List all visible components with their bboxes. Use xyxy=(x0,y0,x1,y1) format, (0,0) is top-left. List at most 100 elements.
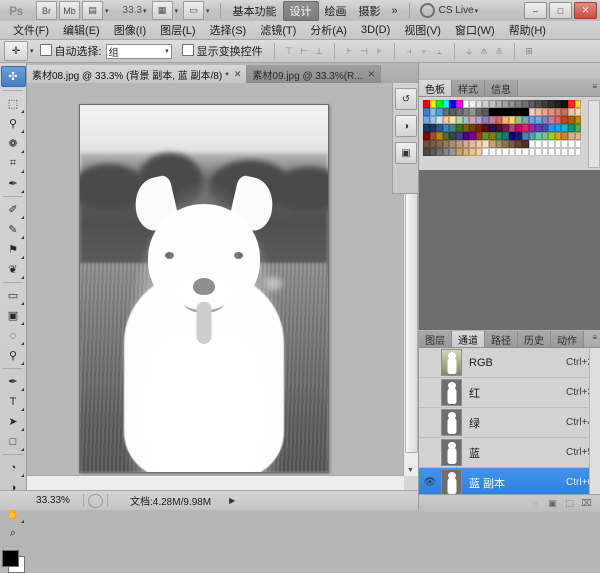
color-swatch[interactable] xyxy=(449,140,456,148)
active-tool-icon[interactable]: ✛ xyxy=(4,41,28,61)
history-panel-icon[interactable]: ↺ xyxy=(395,88,417,110)
color-swatch[interactable] xyxy=(554,108,562,116)
color-swatch[interactable] xyxy=(548,108,555,116)
distribute-top-icon[interactable]: ⫞ xyxy=(402,44,417,59)
color-swatch[interactable] xyxy=(554,148,562,156)
color-swatch[interactable] xyxy=(561,100,569,108)
zoom-tool-icon[interactable]: ⌕ xyxy=(2,524,25,543)
align-bottom-edges-icon[interactable]: ⊥ xyxy=(312,44,327,59)
swatches-grid-container[interactable] xyxy=(419,97,600,170)
color-swatch[interactable] xyxy=(574,100,582,108)
history-brush-tool-icon[interactable]: ❦ xyxy=(2,260,25,279)
color-swatch[interactable] xyxy=(442,148,450,156)
color-swatch[interactable] xyxy=(521,140,529,148)
color-swatch[interactable] xyxy=(548,140,555,148)
adjustments-panel-icon[interactable]: ◑ xyxy=(395,115,417,137)
color-swatch[interactable] xyxy=(554,140,562,148)
color-swatch[interactable] xyxy=(568,132,575,140)
color-swatch[interactable] xyxy=(462,140,470,148)
channels-tab-4[interactable]: 动作 xyxy=(551,331,584,347)
color-swatch[interactable] xyxy=(475,148,483,156)
color-swatch[interactable] xyxy=(502,108,509,116)
color-swatch[interactable] xyxy=(423,148,430,156)
canvas-area[interactable]: ▲ ▼ xyxy=(27,83,418,490)
color-swatch[interactable] xyxy=(574,140,582,148)
delete-channel-icon[interactable]: ⌧ xyxy=(578,497,595,511)
color-swatch[interactable] xyxy=(502,148,509,156)
color-swatch[interactable] xyxy=(455,132,463,140)
color-swatch[interactable] xyxy=(495,108,503,116)
color-swatch[interactable] xyxy=(515,124,522,132)
document-tab-1[interactable]: 素材09.jpg @ 33.3%(R... ✕ xyxy=(247,65,382,83)
color-swatch[interactable] xyxy=(475,140,483,148)
color-swatch[interactable] xyxy=(528,132,536,140)
eraser-tool-icon[interactable]: ▭ xyxy=(2,286,25,305)
color-swatch[interactable] xyxy=(508,124,516,132)
align-vertical-centers-icon[interactable]: ⊢ xyxy=(297,44,312,59)
workspace-design-button[interactable]: 设计 xyxy=(282,0,319,21)
create-new-channel-icon[interactable]: ⬚ xyxy=(561,497,578,511)
color-swatch[interactable] xyxy=(455,148,463,156)
color-swatch[interactable] xyxy=(449,108,456,116)
color-swatch[interactable] xyxy=(423,124,430,132)
color-swatch[interactable] xyxy=(449,100,456,108)
color-swatch[interactable] xyxy=(462,148,470,156)
canvas-horizontal-scrollbar[interactable] xyxy=(27,475,404,490)
color-swatch[interactable] xyxy=(521,132,529,140)
channels-list[interactable]: RGB Ctrl+2 红 Ctrl+3 绿 Ctrl+4 蓝 Ctrl+5 👁 蓝 副本 Ctrl+… xyxy=(419,348,600,494)
color-swatch[interactable] xyxy=(429,100,437,108)
color-swatch[interactable] xyxy=(469,100,476,108)
show-transform-checkbox-box[interactable] xyxy=(181,44,194,56)
swatches-scrollbar[interactable] xyxy=(588,100,600,168)
status-zoom-value[interactable]: 33.33% xyxy=(27,495,79,506)
distribute-left-icon[interactable]: ⫝ xyxy=(462,44,477,59)
document-tab-0[interactable]: 素材08.jpg @ 33.3% (背景 副本, 蓝 副本/8) * ✕ xyxy=(27,65,248,83)
color-swatch[interactable] xyxy=(541,124,549,132)
color-swatch[interactable] xyxy=(515,148,522,156)
color-swatch[interactable] xyxy=(528,108,536,116)
color-swatch[interactable] xyxy=(429,140,437,148)
auto-select-checkbox[interactable]: 自动选择: xyxy=(39,43,102,59)
color-swatch[interactable] xyxy=(495,148,503,156)
color-swatch[interactable] xyxy=(488,124,496,132)
distribute-bottom-icon[interactable]: ⫠ xyxy=(432,44,447,59)
color-swatch[interactable] xyxy=(508,116,516,124)
minimize-button[interactable]: – xyxy=(524,2,547,19)
color-swatch[interactable] xyxy=(528,124,536,132)
bridge-icon[interactable]: Br xyxy=(36,1,57,20)
color-swatch[interactable] xyxy=(568,140,575,148)
color-swatch[interactable] xyxy=(436,108,443,116)
channels-tab-3[interactable]: 历史 xyxy=(518,331,551,347)
color-swatch[interactable] xyxy=(574,132,582,140)
swatches-grid[interactable] xyxy=(423,100,597,156)
color-swatch[interactable] xyxy=(488,148,496,156)
color-swatch[interactable] xyxy=(528,116,536,124)
menu-item-3[interactable]: 图层(L) xyxy=(153,20,202,40)
swatches-panel-menu-icon[interactable]: ≡ xyxy=(592,82,597,91)
align-top-edges-icon[interactable]: ⊤ xyxy=(282,44,297,59)
save-selection-as-channel-icon[interactable]: ▣ xyxy=(544,497,561,511)
color-swatch[interactable] xyxy=(469,148,476,156)
color-swatch[interactable] xyxy=(561,124,569,132)
color-swatch[interactable] xyxy=(495,124,503,132)
color-swatch[interactable] xyxy=(528,140,536,148)
color-swatch[interactable] xyxy=(455,124,463,132)
distribute-right-icon[interactable]: ⫚ xyxy=(492,44,507,59)
color-swatch[interactable] xyxy=(502,124,509,132)
color-swatch[interactable] xyxy=(482,148,489,156)
color-swatch[interactable] xyxy=(535,124,542,132)
color-swatch[interactable] xyxy=(521,100,529,108)
scroll-down-arrow-icon[interactable]: ▼ xyxy=(404,464,417,476)
color-swatch[interactable] xyxy=(423,116,430,124)
color-swatch[interactable] xyxy=(429,132,437,140)
lasso-tool-icon[interactable]: ⚲ xyxy=(2,114,25,133)
swatches-tab-1[interactable]: 样式 xyxy=(452,80,485,96)
color-swatch[interactable] xyxy=(455,108,463,116)
color-swatch[interactable] xyxy=(548,116,555,124)
color-swatch[interactable] xyxy=(502,132,509,140)
color-swatch[interactable] xyxy=(541,100,549,108)
horizontal-type-tool-icon[interactable]: T xyxy=(2,392,25,411)
color-swatch[interactable] xyxy=(568,124,575,132)
align-left-edges-icon[interactable]: ⊦ xyxy=(342,44,357,59)
workspace-painting-button[interactable]: 绘画 xyxy=(319,1,353,21)
